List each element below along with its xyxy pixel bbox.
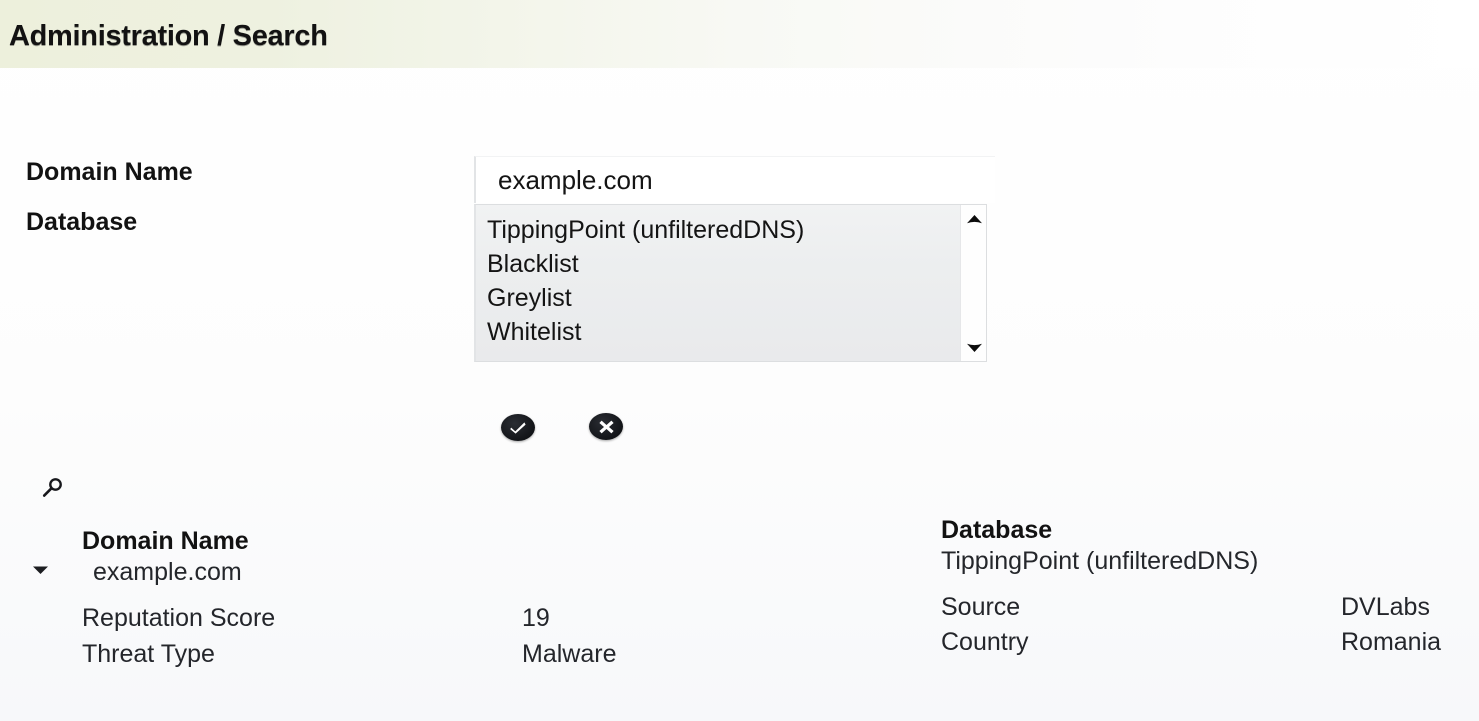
result-column-left: Domain Name example.com Reputation Score… bbox=[82, 527, 722, 672]
check-icon bbox=[510, 422, 526, 434]
result-row-value: DVLabs bbox=[1341, 593, 1430, 621]
database-listbox[interactable]: TippingPoint (unfilteredDNS) Blacklist G… bbox=[474, 204, 987, 362]
database-option[interactable]: TippingPoint (unfilteredDNS) bbox=[476, 213, 959, 247]
triangle-down-icon bbox=[32, 566, 48, 574]
page-title: Administration / Search bbox=[9, 20, 328, 52]
result-row-key: Reputation Score bbox=[82, 604, 276, 632]
result-row-key: Source bbox=[941, 593, 1021, 621]
database-option[interactable]: Greylist bbox=[476, 281, 959, 315]
scroll-down-arrow-icon[interactable] bbox=[961, 337, 986, 357]
cancel-button[interactable] bbox=[589, 413, 623, 440]
domain-name-input-wrapper[interactable] bbox=[474, 156, 995, 203]
result-column-right: Database TippingPoint (unfilteredDNS) So… bbox=[941, 516, 1479, 660]
result-row: Reputation Score 19 bbox=[82, 600, 722, 636]
header-band: Administration / Search bbox=[0, 0, 1479, 68]
database-option-list[interactable]: TippingPoint (unfilteredDNS) Blacklist G… bbox=[476, 213, 959, 349]
result-row-key: Country bbox=[941, 628, 1029, 656]
result-left-value: example.com bbox=[93, 558, 242, 586]
magnifier-icon bbox=[40, 475, 68, 503]
result-right-rows: Source DVLabs Country Romania bbox=[941, 590, 1479, 660]
result-left-rows: Reputation Score 19 Threat Type Malware bbox=[82, 600, 722, 672]
x-icon bbox=[598, 420, 614, 433]
result-row: Source DVLabs bbox=[941, 590, 1479, 625]
result-expander-toggle[interactable] bbox=[30, 561, 50, 579]
result-right-value: TippingPoint (unfilteredDNS) bbox=[941, 547, 1259, 575]
database-label: Database bbox=[26, 208, 138, 236]
result-row-key: Threat Type bbox=[82, 640, 215, 668]
result-row: Country Romania bbox=[941, 625, 1479, 660]
result-left-heading: Domain Name bbox=[82, 527, 249, 555]
domain-name-input[interactable] bbox=[476, 157, 995, 203]
result-row-value: Malware bbox=[522, 640, 617, 668]
database-option[interactable]: Whitelist bbox=[476, 315, 959, 349]
database-option[interactable]: Blacklist bbox=[476, 247, 959, 281]
result-row: Threat Type Malware bbox=[82, 636, 722, 672]
accept-button[interactable] bbox=[501, 414, 535, 441]
result-row-value: Romania bbox=[1341, 628, 1442, 656]
scroll-up-arrow-icon[interactable] bbox=[961, 209, 986, 229]
result-right-heading: Database bbox=[941, 516, 1053, 544]
result-row-value: 19 bbox=[522, 604, 550, 632]
listbox-scrollbar[interactable] bbox=[960, 205, 986, 361]
scrollbar-thumb[interactable] bbox=[965, 231, 983, 255]
domain-name-label: Domain Name bbox=[26, 158, 193, 186]
